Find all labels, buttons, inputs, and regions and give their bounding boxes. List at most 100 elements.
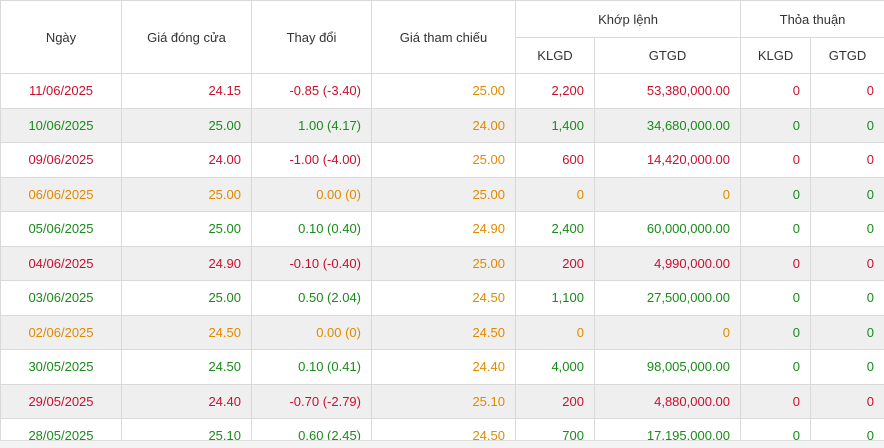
cell-deal-value: 0 — [810, 383, 884, 419]
cell-matched-volume: 0 — [515, 314, 595, 350]
col-header-deal-value[interactable]: GTGD — [810, 37, 884, 74]
cell-deal-value: 0 — [810, 211, 884, 247]
cell-matched-value: 34,680,000.00 — [593, 107, 742, 143]
cell-change: -0.70 (-2.79) — [251, 383, 372, 419]
table-row[interactable]: 06/06/2025 25.00 0.00 (0) 25.00 0 0 0 0 — [0, 176, 884, 212]
cell-deal-volume: 0 — [740, 107, 812, 143]
cell-ref-price: 24.40 — [371, 349, 516, 385]
cell-deal-volume: 0 — [740, 349, 812, 385]
cell-deal-value: 0 — [810, 107, 884, 143]
table-row[interactable]: 02/06/2025 24.50 0.00 (0) 24.50 0 0 0 0 — [0, 314, 884, 350]
col-header-matched-volume[interactable]: KLGD — [515, 37, 595, 74]
cell-change: -0.10 (-0.40) — [251, 245, 372, 281]
cell-deal-volume: 0 — [740, 211, 812, 247]
cell-change: 0.00 (0) — [251, 176, 372, 212]
cell-matched-volume: 1,400 — [515, 107, 595, 143]
cell-deal-value: 0 — [810, 280, 884, 316]
cell-matched-volume: 2,200 — [515, 73, 595, 109]
cell-deal-volume: 0 — [740, 176, 812, 212]
cell-change: 0.00 (0) — [251, 314, 372, 350]
cell-ref-price: 24.50 — [371, 280, 516, 316]
cell-close-price: 25.00 — [121, 176, 252, 212]
cell-matched-value: 0 — [593, 176, 742, 212]
cell-ref-price: 25.10 — [371, 383, 516, 419]
cell-ref-price: 24.00 — [371, 107, 516, 143]
cell-close-price: 24.40 — [121, 383, 252, 419]
col-header-close-price[interactable]: Giá đóng cửa — [121, 0, 252, 74]
cell-deal-value: 0 — [810, 142, 884, 178]
cell-close-price: 25.00 — [121, 211, 252, 247]
table-row[interactable]: 04/06/2025 24.90 -0.10 (-0.40) 25.00 200 4,99… — [0, 245, 884, 281]
cell-ref-price: 25.00 — [371, 73, 516, 109]
cell-matched-value: 0 — [593, 314, 742, 350]
cell-matched-value: 27,500,000.00 — [593, 280, 742, 316]
cell-ref-price: 25.00 — [371, 176, 516, 212]
horizontal-scrollbar[interactable] — [0, 440, 884, 448]
cell-deal-value: 0 — [810, 314, 884, 350]
col-header-change[interactable]: Thay đổi — [251, 0, 372, 74]
cell-deal-value: 0 — [810, 176, 884, 212]
price-history-table: Ngày Giá đóng cửa Thay đổi Giá tham chiế… — [0, 0, 884, 448]
price-history-panel: Ngày Giá đóng cửa Thay đổi Giá tham chiế… — [0, 0, 884, 448]
cell-change: 0.10 (0.41) — [251, 349, 372, 385]
cell-deal-value: 0 — [810, 245, 884, 281]
cell-deal-value: 0 — [810, 73, 884, 109]
col-header-matched-value[interactable]: GTGD — [593, 37, 742, 74]
cell-close-price: 24.15 — [121, 73, 252, 109]
cell-close-price: 25.00 — [121, 107, 252, 143]
cell-matched-volume: 1,100 — [515, 280, 595, 316]
cell-matched-volume: 4,000 — [515, 349, 595, 385]
cell-date: 04/06/2025 — [0, 245, 122, 281]
cell-deal-volume: 0 — [740, 245, 812, 281]
table-row[interactable]: 05/06/2025 25.00 0.10 (0.40) 24.90 2,400 60,0… — [0, 211, 884, 247]
cell-change: 0.10 (0.40) — [251, 211, 372, 247]
table-row[interactable]: 29/05/2025 24.40 -0.70 (-2.79) 25.10 200 4,88… — [0, 383, 884, 419]
cell-date: 05/06/2025 — [0, 211, 122, 247]
cell-close-price: 25.00 — [121, 280, 252, 316]
table-row[interactable]: 09/06/2025 24.00 -1.00 (-4.00) 25.00 600 14,4… — [0, 142, 884, 178]
col-group-deal: Thỏa thuận — [740, 0, 884, 38]
col-header-date[interactable]: Ngày — [0, 0, 122, 74]
cell-date: 29/05/2025 — [0, 383, 122, 419]
cell-change: 1.00 (4.17) — [251, 107, 372, 143]
cell-ref-price: 25.00 — [371, 142, 516, 178]
cell-close-price: 24.50 — [121, 314, 252, 350]
col-group-matched: Khớp lệnh — [514, 0, 742, 38]
cell-matched-value: 60,000,000.00 — [593, 211, 742, 247]
table-row[interactable]: 10/06/2025 25.00 1.00 (4.17) 24.00 1,400 34,6… — [0, 107, 884, 143]
cell-matched-volume: 200 — [515, 245, 595, 281]
cell-close-price: 24.50 — [121, 349, 252, 385]
col-header-ref-price[interactable]: Giá tham chiếu — [371, 0, 516, 74]
table-row[interactable]: 03/06/2025 25.00 0.50 (2.04) 24.50 1,100 27,5… — [0, 280, 884, 316]
cell-matched-value: 98,005,000.00 — [593, 349, 742, 385]
cell-date: 06/06/2025 — [0, 176, 122, 212]
col-header-deal-volume[interactable]: KLGD — [740, 37, 812, 74]
cell-deal-volume: 0 — [740, 383, 812, 419]
cell-matched-value: 4,990,000.00 — [593, 245, 742, 281]
cell-matched-volume: 600 — [515, 142, 595, 178]
cell-close-price: 24.00 — [121, 142, 252, 178]
cell-date: 03/06/2025 — [0, 280, 122, 316]
cell-date: 11/06/2025 — [0, 73, 122, 109]
cell-matched-volume: 2,400 — [515, 211, 595, 247]
table-header: Ngày Giá đóng cửa Thay đổi Giá tham chiế… — [0, 0, 884, 74]
cell-close-price: 24.90 — [121, 245, 252, 281]
cell-deal-volume: 0 — [740, 314, 812, 350]
cell-ref-price: 25.00 — [371, 245, 516, 281]
table-body: 11/06/2025 24.15 -0.85 (-3.40) 25.00 2,200 53… — [0, 73, 884, 448]
cell-change: -1.00 (-4.00) — [251, 142, 372, 178]
cell-change: 0.50 (2.04) — [251, 280, 372, 316]
cell-matched-volume: 0 — [515, 176, 595, 212]
cell-matched-value: 53,380,000.00 — [593, 73, 742, 109]
cell-date: 09/06/2025 — [0, 142, 122, 178]
table-row[interactable]: 11/06/2025 24.15 -0.85 (-3.40) 25.00 2,200 53… — [0, 73, 884, 109]
cell-deal-volume: 0 — [740, 280, 812, 316]
cell-date: 02/06/2025 — [0, 314, 122, 350]
cell-deal-volume: 0 — [740, 73, 812, 109]
table-row[interactable]: 30/05/2025 24.50 0.10 (0.41) 24.40 4,000 98,0… — [0, 349, 884, 385]
cell-date: 10/06/2025 — [0, 107, 122, 143]
cell-date: 30/05/2025 — [0, 349, 122, 385]
cell-matched-value: 14,420,000.00 — [593, 142, 742, 178]
cell-deal-volume: 0 — [740, 142, 812, 178]
cell-matched-volume: 200 — [515, 383, 595, 419]
